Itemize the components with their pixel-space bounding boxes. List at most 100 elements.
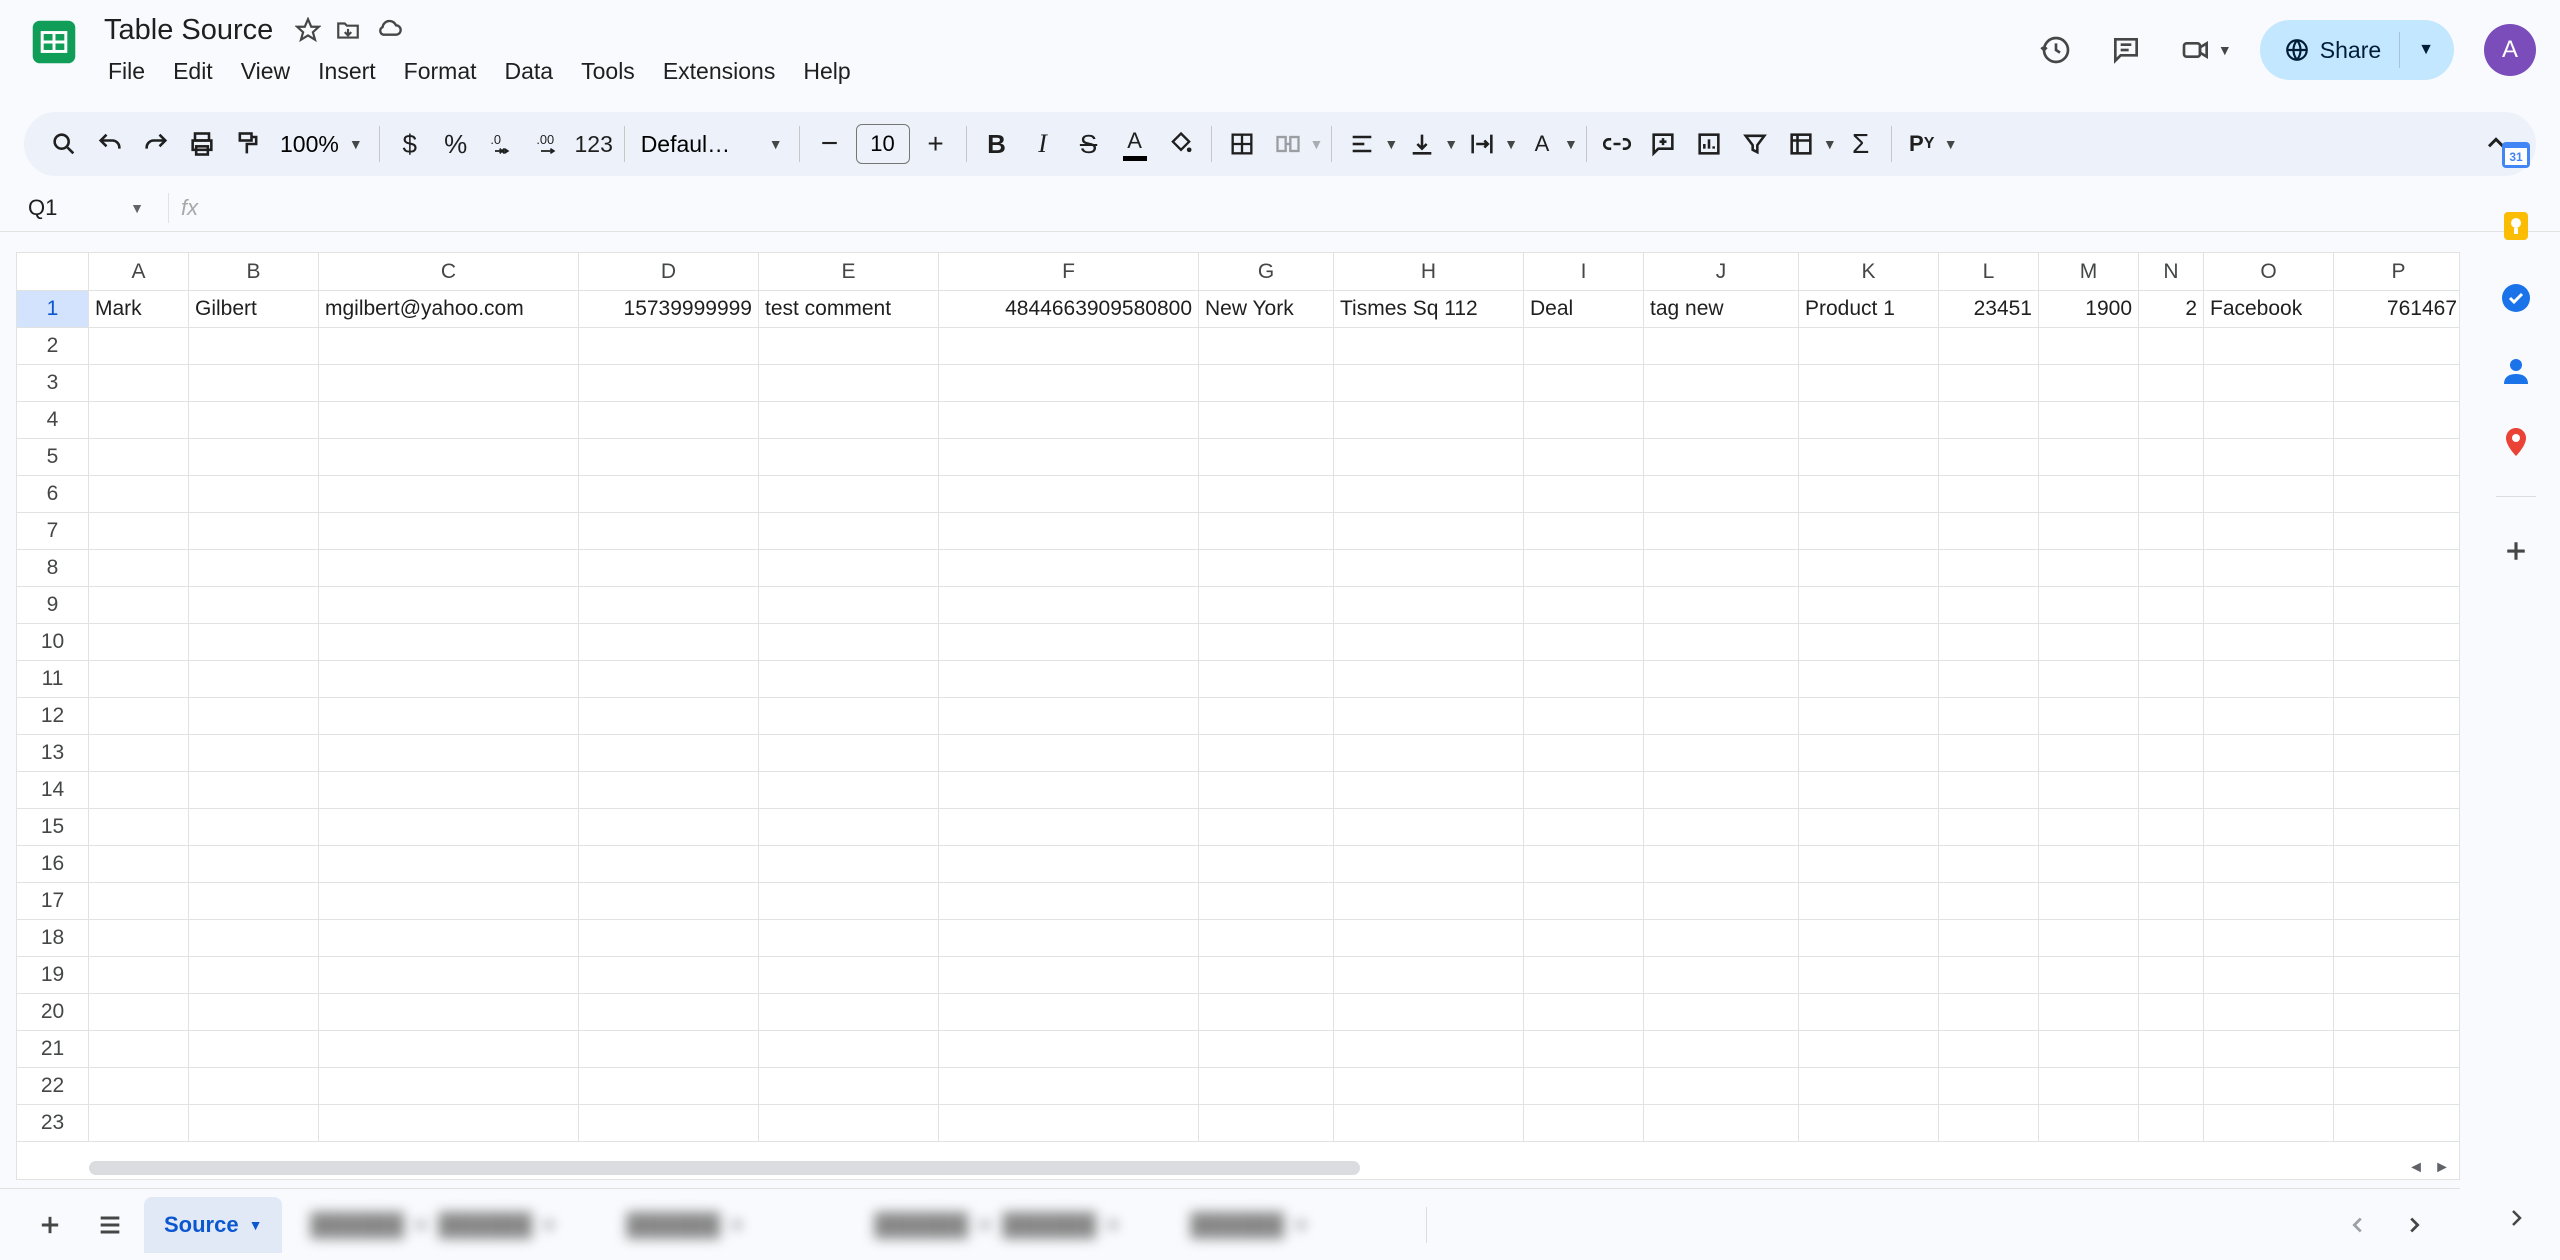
cell[interactable] (759, 587, 939, 624)
borders-icon[interactable] (1220, 122, 1264, 166)
cell[interactable] (759, 809, 939, 846)
cell[interactable] (759, 957, 939, 994)
cell[interactable] (1334, 550, 1524, 587)
cell[interactable] (1334, 698, 1524, 735)
cell[interactable] (1644, 550, 1799, 587)
cell[interactable] (2204, 1068, 2334, 1105)
add-sheet-icon[interactable] (24, 1199, 76, 1251)
cell[interactable] (1644, 439, 1799, 476)
cell[interactable] (1334, 772, 1524, 809)
cell[interactable] (1939, 920, 2039, 957)
cell[interactable] (1799, 846, 1939, 883)
cell[interactable] (89, 661, 189, 698)
cell[interactable] (1334, 920, 1524, 957)
cell[interactable] (759, 735, 939, 772)
cell[interactable] (759, 1105, 939, 1142)
cell[interactable] (89, 328, 189, 365)
cell[interactable] (2139, 1068, 2204, 1105)
cell[interactable] (1199, 883, 1334, 920)
all-sheets-icon[interactable] (84, 1199, 136, 1251)
keep-icon[interactable] (2498, 208, 2534, 244)
cell[interactable] (2334, 661, 2460, 698)
cell[interactable] (1524, 735, 1644, 772)
insert-chart-icon[interactable] (1687, 122, 1731, 166)
cell[interactable] (939, 994, 1199, 1031)
cell[interactable]: 1900 (2039, 291, 2139, 328)
cell[interactable] (1644, 735, 1799, 772)
cell[interactable] (1939, 772, 2039, 809)
cell[interactable] (1644, 994, 1799, 1031)
cell[interactable] (1524, 920, 1644, 957)
cell[interactable] (939, 1031, 1199, 1068)
column-header[interactable]: F (939, 253, 1199, 291)
cell[interactable] (939, 957, 1199, 994)
cell[interactable] (319, 624, 579, 661)
cell[interactable] (1199, 1031, 1334, 1068)
comments-icon[interactable] (2100, 24, 2152, 76)
column-header[interactable]: M (2039, 253, 2139, 291)
spreadsheet-grid[interactable]: ABCDEFGHIJKLMNOPQ 1234567891011121314151… (16, 252, 2460, 1180)
cell[interactable] (2039, 476, 2139, 513)
cell[interactable] (2139, 846, 2204, 883)
cell[interactable] (2039, 624, 2139, 661)
cell[interactable] (89, 809, 189, 846)
cell[interactable] (2204, 402, 2334, 439)
cell[interactable]: Facebook (2204, 291, 2334, 328)
cell[interactable] (2139, 1031, 2204, 1068)
text-wrap-dropdown[interactable]: ▼ (1460, 122, 1518, 166)
cell[interactable] (189, 735, 319, 772)
row-header[interactable]: 13 (17, 735, 89, 772)
cell[interactable] (189, 661, 319, 698)
cell[interactable] (1799, 439, 1939, 476)
row-header[interactable]: 9 (17, 587, 89, 624)
insert-link-icon[interactable] (1595, 122, 1639, 166)
cell[interactable] (1524, 476, 1644, 513)
cell[interactable] (939, 513, 1199, 550)
cell[interactable] (759, 661, 939, 698)
cell[interactable] (189, 439, 319, 476)
select-all-corner[interactable] (17, 253, 89, 291)
row-header[interactable]: 16 (17, 846, 89, 883)
cell[interactable] (2334, 1068, 2460, 1105)
cell[interactable] (759, 846, 939, 883)
cell[interactable] (759, 920, 939, 957)
cell[interactable] (1644, 1068, 1799, 1105)
currency-icon[interactable]: $ (388, 122, 432, 166)
cell[interactable] (1334, 735, 1524, 772)
cell[interactable] (2204, 587, 2334, 624)
cell[interactable] (189, 1068, 319, 1105)
cell[interactable] (89, 365, 189, 402)
cell[interactable] (1644, 661, 1799, 698)
cell[interactable] (1334, 402, 1524, 439)
text-color-icon[interactable]: A (1113, 122, 1157, 166)
cell[interactable] (189, 809, 319, 846)
cell[interactable] (2204, 328, 2334, 365)
cell[interactable]: 761467 (2334, 291, 2460, 328)
cell[interactable] (2204, 883, 2334, 920)
cell[interactable] (2204, 624, 2334, 661)
cell[interactable] (2039, 698, 2139, 735)
cell[interactable] (2334, 624, 2460, 661)
column-header[interactable]: B (189, 253, 319, 291)
column-header[interactable]: J (1644, 253, 1799, 291)
cell[interactable] (2334, 735, 2460, 772)
cell[interactable] (2334, 846, 2460, 883)
cell[interactable] (759, 624, 939, 661)
cell[interactable] (759, 476, 939, 513)
cell[interactable] (2139, 476, 2204, 513)
cell[interactable] (1524, 439, 1644, 476)
cell[interactable] (1199, 513, 1334, 550)
cell[interactable] (1524, 994, 1644, 1031)
cell[interactable] (2039, 587, 2139, 624)
row-header[interactable]: 11 (17, 661, 89, 698)
cell[interactable] (759, 1031, 939, 1068)
cell[interactable] (2204, 846, 2334, 883)
cell[interactable] (2204, 513, 2334, 550)
cell[interactable] (1799, 698, 1939, 735)
cell[interactable] (579, 513, 759, 550)
cell[interactable] (2039, 809, 2139, 846)
more-formats-button[interactable]: 123 (572, 122, 616, 166)
formula-input[interactable] (210, 184, 2560, 231)
cell[interactable] (1799, 957, 1939, 994)
cell[interactable]: 2 (2139, 291, 2204, 328)
